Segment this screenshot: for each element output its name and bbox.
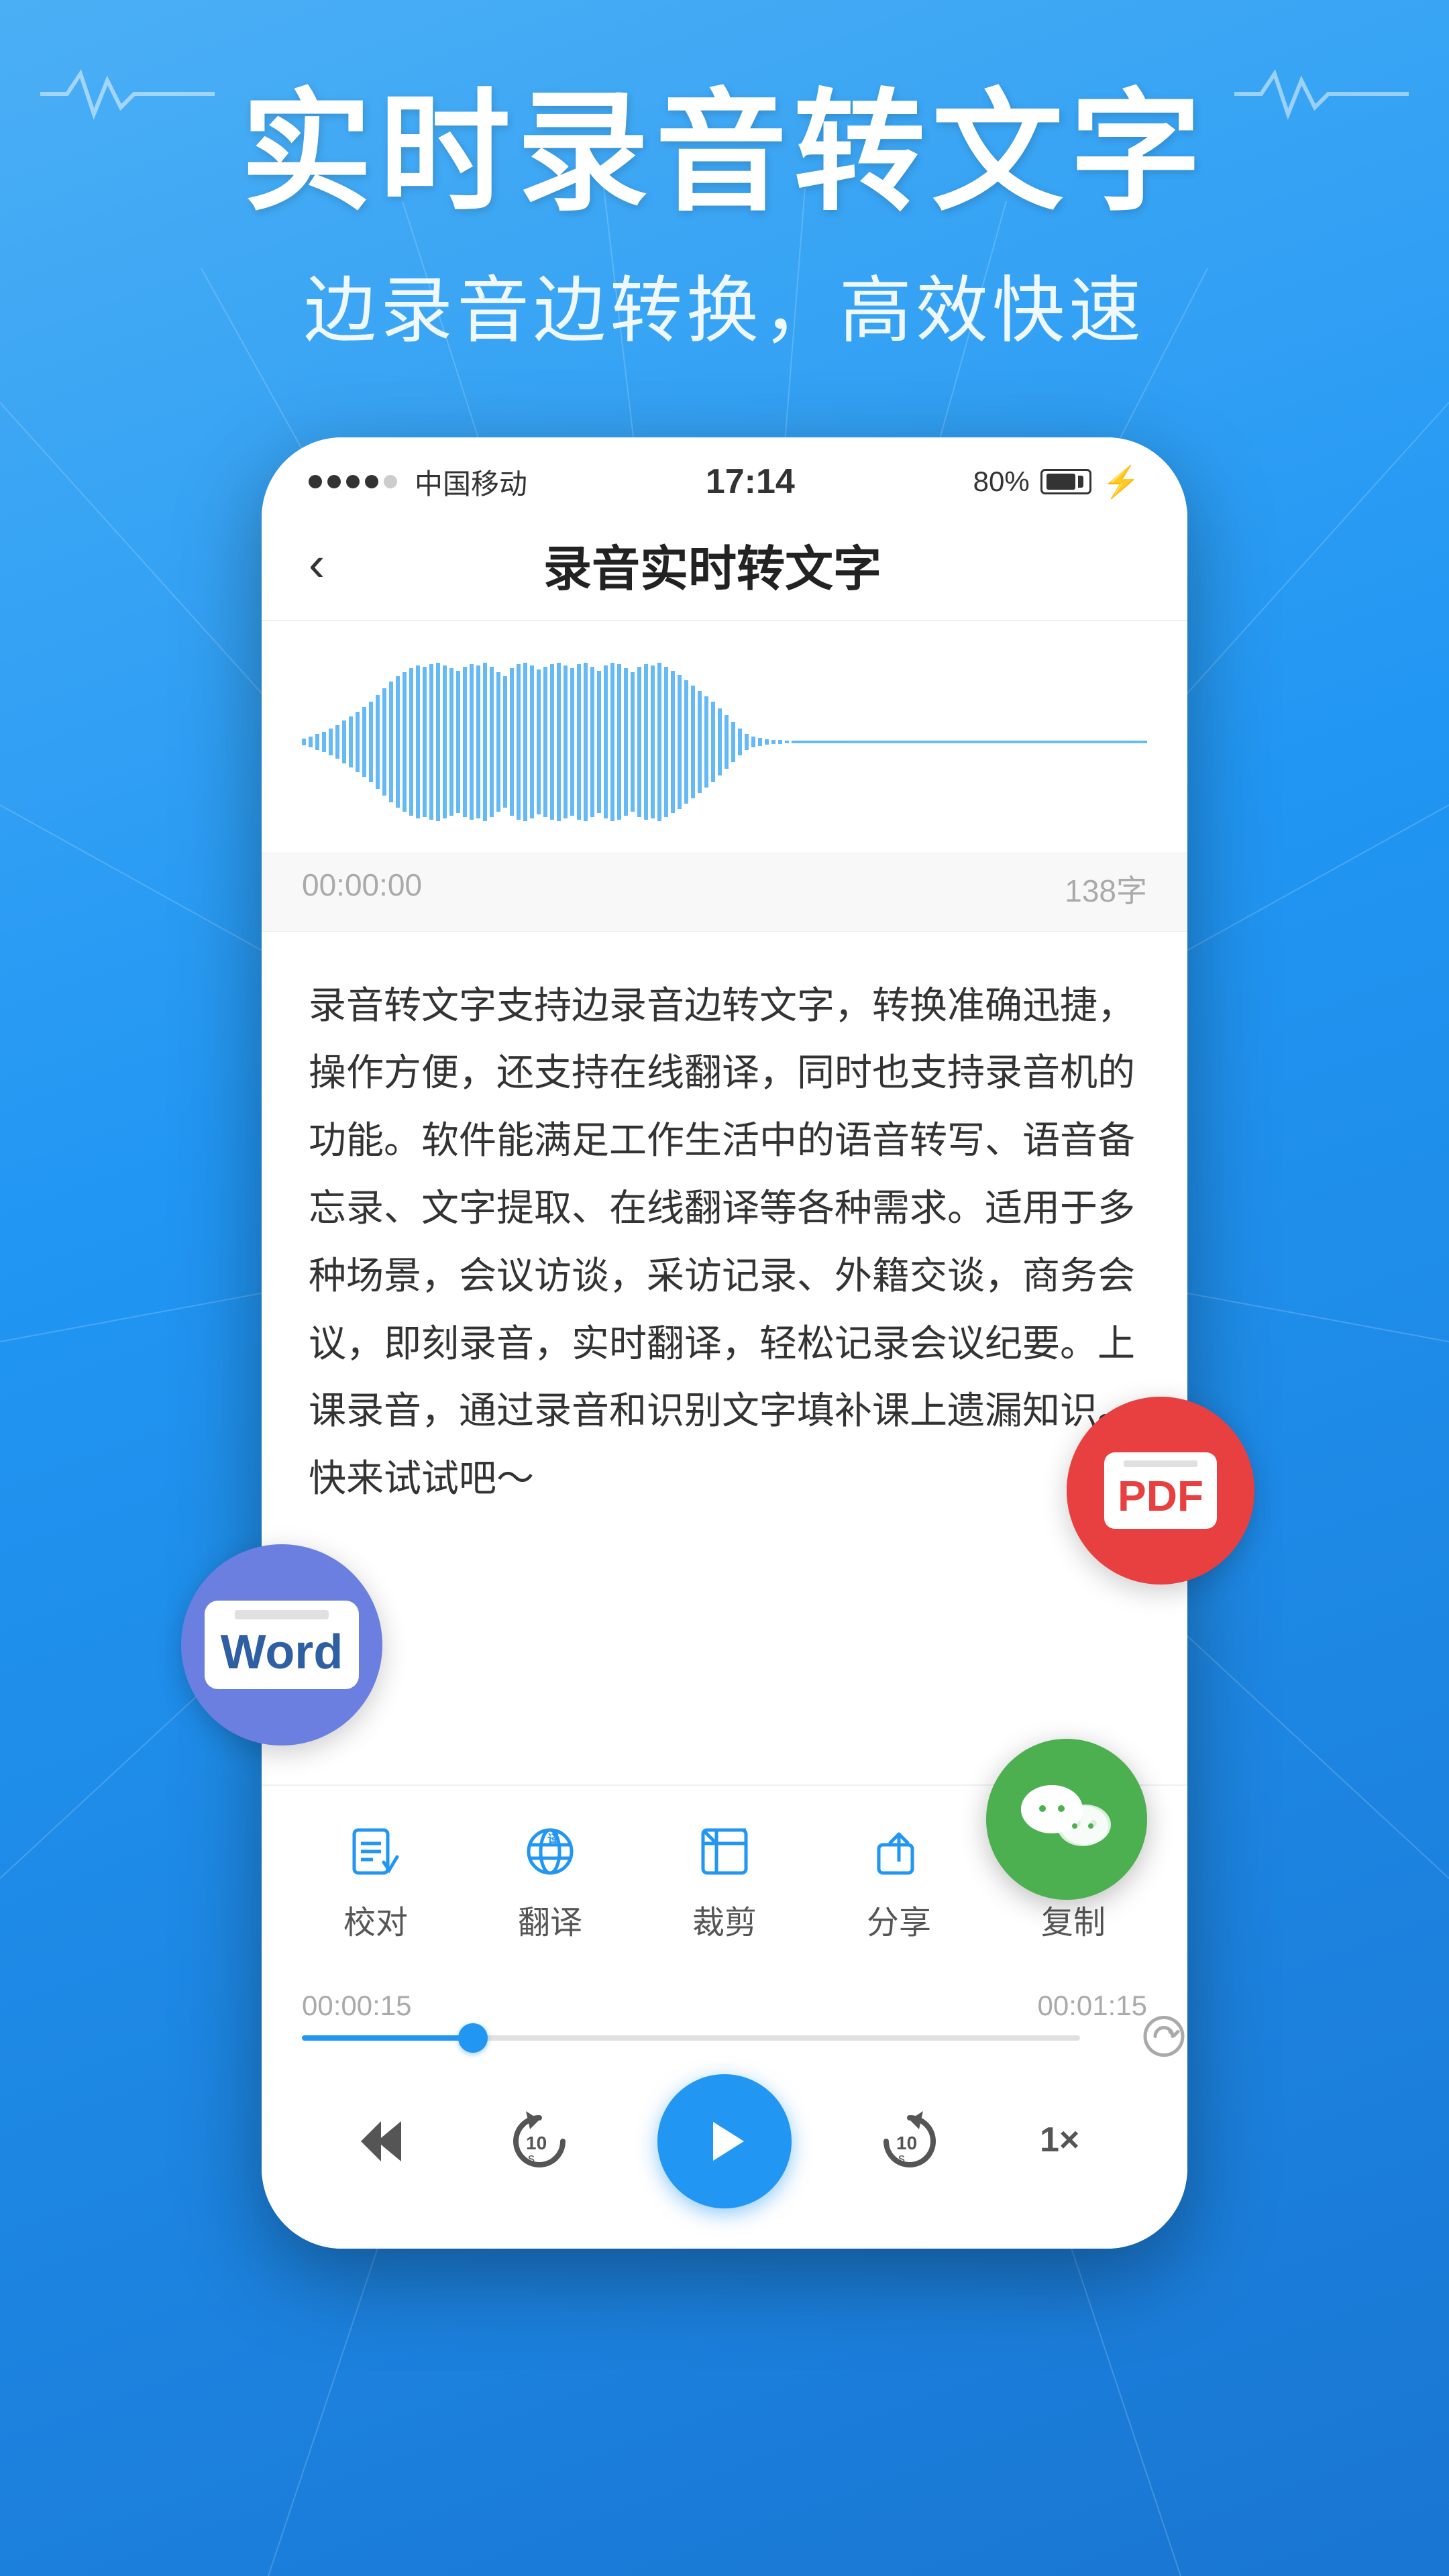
translate-icon[interactable]: 译 <box>518 1819 582 1884</box>
pdf-file-lines <box>1124 1460 1197 1467</box>
share-icon[interactable] <box>867 1819 931 1884</box>
transcript-area: 录音转文字支持边录音边转文字，转换准确迅捷，操作方便，还支持在线翻译，同时也支持… <box>262 932 1187 1583</box>
phone-screen: 中国移动 17:14 80% ⚡ ‹ 录音实时转文字 <box>262 437 1187 2249</box>
status-time: 17:14 <box>706 462 795 502</box>
loop-icon[interactable] <box>1140 2012 1187 2063</box>
page-subtitle: 边录音边转换，高效快速 <box>304 252 1145 357</box>
wechat-icon <box>1013 1766 1120 1873</box>
translate-label: 翻译 <box>518 1896 582 1943</box>
pdf-badge: PDF <box>1067 1397 1254 1585</box>
status-right: 80% ⚡ <box>973 464 1140 500</box>
svg-text:10: 10 <box>896 2133 917 2153</box>
app-background: 实时录音转文字 边录音边转换，高效快速 中国移动 17:14 <box>0 0 1449 2576</box>
svg-text:s: s <box>528 2151 535 2166</box>
wechat-badge <box>986 1739 1147 1900</box>
rewind-button[interactable] <box>341 2101 421 2182</box>
progress-thumb[interactable] <box>458 2023 488 2053</box>
toolbar-item-translate[interactable]: 译 翻译 <box>518 1819 582 1943</box>
proofread-label: 校对 <box>343 1896 408 1943</box>
signal-dot-3 <box>346 475 360 488</box>
svg-text:1×: 1× <box>1040 2121 1079 2159</box>
battery-fill <box>1046 474 1076 490</box>
nav-title: 录音实时转文字 <box>345 529 1080 600</box>
toolbar-item-share[interactable]: 分享 <box>867 1819 931 1943</box>
waveform-area <box>262 621 1187 853</box>
svg-text:译: 译 <box>547 1833 560 1846</box>
progress-times: 00:00:15 00:01:15 <box>302 1990 1147 2022</box>
status-bar: 中国移动 17:14 80% ⚡ <box>262 437 1187 516</box>
char-count-label: 138字 <box>1065 867 1147 911</box>
back10-button[interactable]: 10 s <box>499 2101 580 2182</box>
carrier-label: 中国移动 <box>415 462 527 502</box>
current-time: 00:00:15 <box>302 1990 412 2022</box>
battery-tip <box>1078 476 1083 488</box>
word-label: Word <box>221 1625 343 1680</box>
battery-percent: 80% <box>973 466 1030 498</box>
signal-dot-1 <box>309 475 322 488</box>
time-count-bar: 00:00:00 138字 <box>262 853 1187 932</box>
share-label: 分享 <box>867 1896 931 1943</box>
word-badge: Word <box>181 1544 382 1746</box>
signal-dot-4 <box>365 475 378 488</box>
waveform-svg <box>302 661 1147 822</box>
word-file-lines <box>235 1610 329 1619</box>
trim-icon[interactable] <box>692 1819 757 1884</box>
signal-dot-2 <box>327 475 341 488</box>
nav-bar: ‹ 录音实时转文字 <box>262 516 1187 621</box>
toolbar-item-trim[interactable]: 裁剪 <box>692 1819 757 1943</box>
copy-label: 复制 <box>1041 1896 1106 1943</box>
page-title: 实时录音转文字 <box>241 80 1208 225</box>
signal-dot-5 <box>384 475 397 488</box>
word-badge-inner: Word <box>205 1601 360 1689</box>
svg-text:s: s <box>898 2151 905 2166</box>
speed-button[interactable]: 1× <box>1028 2101 1108 2182</box>
heartbeat-line-left <box>40 67 215 121</box>
header-section: 实时录音转文字 边录音边转换，高效快速 <box>0 0 1449 357</box>
phone-mockup: 中国移动 17:14 80% ⚡ ‹ 录音实时转文字 <box>262 437 1187 2249</box>
signal-dots <box>309 475 397 488</box>
forward10-button[interactable]: 10 s <box>869 2101 950 2182</box>
charging-icon: ⚡ <box>1102 464 1140 500</box>
progress-bar-fill <box>302 2035 473 2041</box>
back-button[interactable]: ‹ <box>302 537 345 592</box>
proofread-icon[interactable] <box>343 1819 408 1884</box>
progress-bar-track[interactable] <box>302 2035 1080 2041</box>
playback-controls[interactable]: 10 s 10 s <box>262 2054 1187 2249</box>
heartbeat-line-right <box>1234 67 1409 121</box>
transcript-text: 录音转文字支持边录音边转文字，转换准确迅捷，操作方便，还支持在线翻译，同时也支持… <box>309 972 1140 1513</box>
progress-area: 00:00:15 00:01:15 <box>262 1970 1187 2054</box>
status-left: 中国移动 <box>309 462 527 502</box>
timestamp-label: 00:00:00 <box>302 867 422 911</box>
pdf-badge-inner: PDF <box>1104 1452 1217 1529</box>
pdf-label: PDF <box>1118 1471 1203 1521</box>
battery-icon <box>1040 469 1091 494</box>
toolbar-item-proofread[interactable]: 校对 <box>343 1819 408 1943</box>
play-button[interactable] <box>657 2074 792 2208</box>
trim-label: 裁剪 <box>692 1896 757 1943</box>
svg-text:10: 10 <box>526 2133 547 2153</box>
total-time: 00:01:15 <box>1038 1990 1148 2022</box>
